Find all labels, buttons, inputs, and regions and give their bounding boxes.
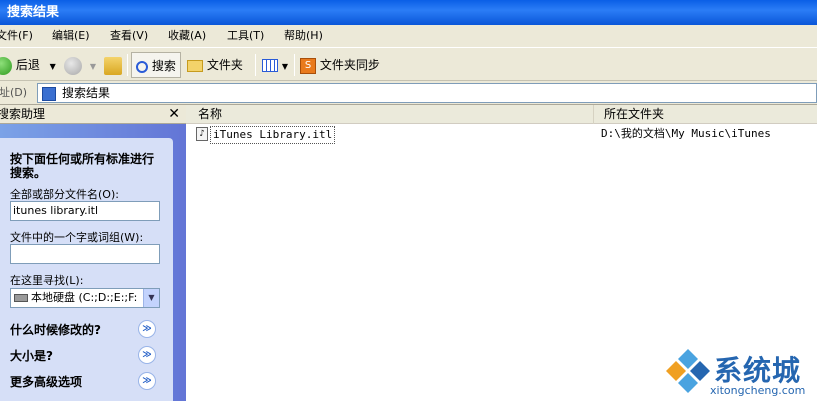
views-dropdown-icon: ▼	[281, 62, 288, 71]
when-modified-section[interactable]: 什么时候修改的?	[10, 321, 101, 338]
look-in-select[interactable]: 本地硬盘 (C:;D:;E:;F: ▼	[10, 288, 160, 308]
menu-edit[interactable]: 编辑(E)	[52, 25, 90, 47]
toolbar-separator	[255, 54, 256, 76]
views-icon	[262, 59, 278, 72]
address-bar: 地址(D) 搜索结果	[0, 81, 817, 105]
close-icon[interactable]: ✕	[168, 105, 180, 124]
search-button[interactable]: 搜索	[131, 52, 181, 78]
menu-help[interactable]: 帮助(H)	[284, 25, 323, 47]
search-assistant-pane: 按下面任何或所有标准进行搜索。 全部或部分文件名(O): itunes libr…	[0, 124, 186, 401]
size-section[interactable]: 大小是?	[10, 347, 53, 364]
toolbar-separator	[127, 54, 128, 76]
back-arrow-icon	[0, 56, 12, 75]
file-folder: D:\我的文档\My Music\iTunes	[601, 127, 771, 140]
folder-sync-button[interactable]: S 文件夹同步	[300, 52, 380, 78]
search-icon	[136, 60, 148, 73]
menu-view[interactable]: 查看(V)	[110, 25, 148, 47]
filename-input[interactable]: itunes library.itl	[10, 201, 160, 221]
watermark-url: xitongcheng.com	[710, 384, 806, 397]
menu-file[interactable]: 文件(F)	[0, 25, 33, 47]
menu-favorites[interactable]: 收藏(A)	[168, 25, 206, 47]
watermark: 系统城 xitongcheng.com	[662, 343, 817, 401]
address-input[interactable]: 搜索结果	[37, 83, 817, 103]
look-in-label: 在这里寻找(L):	[10, 274, 84, 287]
back-button[interactable]: 后退 ▼	[0, 52, 56, 78]
music-file-icon: ♪	[196, 127, 208, 141]
chevron-down-icon[interactable]: ≫	[138, 346, 156, 364]
forward-button[interactable]: ▼	[64, 52, 96, 78]
views-button[interactable]: ▼	[262, 52, 288, 78]
chevron-down-icon[interactable]: ≫	[138, 372, 156, 390]
search-results-icon	[42, 86, 56, 101]
forward-dropdown-icon[interactable]: ▼	[90, 62, 96, 71]
search-assistant-title: 搜索助理	[0, 107, 46, 121]
table-row[interactable]: ♪ iTunes Library.itl D:\我的文档\My Music\iT…	[194, 126, 817, 144]
folders-button[interactable]: 文件夹	[187, 52, 243, 78]
search-instruction: 按下面任何或所有标准进行搜索。	[10, 152, 155, 180]
hard-drive-icon	[14, 294, 28, 302]
toolbar-separator	[294, 54, 295, 76]
chevron-down-icon[interactable]: ▼	[143, 289, 159, 307]
phrase-label: 文件中的一个字或词组(W):	[10, 231, 144, 244]
forward-arrow-icon	[64, 56, 82, 75]
menu-bar: 文件(F) 编辑(E) 查看(V) 收藏(A) 工具(T) 帮助(H)	[0, 25, 817, 47]
back-dropdown-icon[interactable]: ▼	[50, 62, 56, 71]
column-folder[interactable]: 所在文件夹	[594, 105, 817, 124]
search-assistant-header: 搜索助理 ✕	[0, 105, 186, 124]
watermark-brand: 系统城	[714, 354, 802, 387]
window-title: 搜索结果	[7, 5, 60, 20]
folder-icon	[187, 59, 203, 72]
window-title-bar[interactable]: 搜索结果	[0, 0, 817, 25]
up-folder-icon	[104, 56, 122, 75]
filename-label: 全部或部分文件名(O):	[10, 188, 119, 201]
search-form-card: 按下面任何或所有标准进行搜索。 全部或部分文件名(O): itunes libr…	[0, 138, 173, 401]
menu-tools[interactable]: 工具(T)	[227, 25, 264, 47]
address-label: 地址(D)	[0, 86, 28, 99]
watermark-logo-icon	[666, 349, 710, 393]
advanced-options-section[interactable]: 更多高级选项	[10, 373, 82, 390]
toolbar: 后退 ▼ ▼ 搜索 文件夹 ▼ S 文件夹同步	[0, 47, 817, 81]
sync-icon: S	[300, 57, 316, 74]
phrase-input[interactable]	[10, 244, 160, 264]
up-folder-button[interactable]	[104, 52, 122, 78]
column-name[interactable]: 名称	[186, 105, 594, 124]
column-header-bar: 名称 所在文件夹	[186, 105, 817, 124]
chevron-down-icon[interactable]: ≫	[138, 320, 156, 338]
file-name[interactable]: iTunes Library.itl	[210, 126, 336, 144]
